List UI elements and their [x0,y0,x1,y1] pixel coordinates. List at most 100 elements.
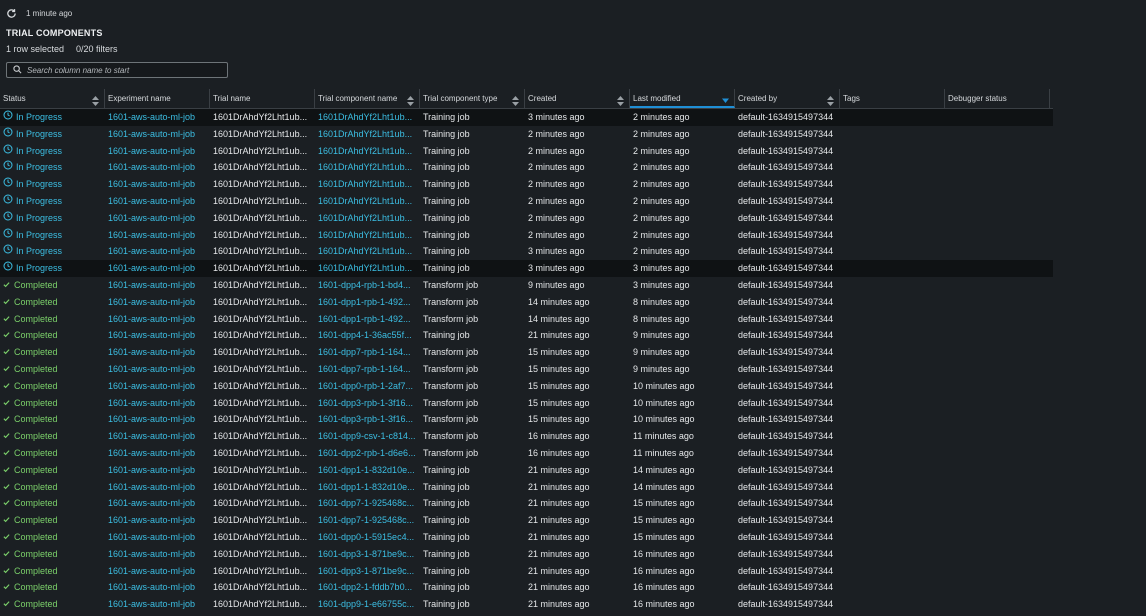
table-row[interactable]: Completed 1601-aws-auto-ml-job 1601DrAhdYf… [0,344,1053,361]
table-row[interactable]: In Progress 1601-aws-auto-ml-job 1601DrAhd… [0,159,1053,176]
table-row[interactable]: In Progress 1601-aws-auto-ml-job 1601DrAhd… [0,176,1053,193]
trial-component-name-cell[interactable]: 1601-dpp2-rpb-1-d6e6... [315,445,420,462]
table-row[interactable]: Completed 1601-aws-auto-ml-job 1601DrAhdYf… [0,479,1053,496]
experiment-name-cell[interactable]: 1601-aws-auto-ml-job [105,243,210,260]
sort-icon[interactable] [827,94,834,106]
experiment-name-cell[interactable]: 1601-aws-auto-ml-job [105,428,210,445]
trial-component-name-cell[interactable]: 1601-dpp1-rpb-1-492... [315,294,420,311]
column-header-last-modified[interactable]: Last modified [630,89,735,108]
experiment-name-cell[interactable]: 1601-aws-auto-ml-job [105,277,210,294]
experiment-name-cell[interactable]: 1601-aws-auto-ml-job [105,227,210,244]
column-header-tags[interactable]: Tags [840,89,945,108]
experiment-name-cell[interactable]: 1601-aws-auto-ml-job [105,327,210,344]
trial-component-name-cell[interactable]: 1601DrAhdYf2Lht1ub... [315,143,420,160]
table-row[interactable]: Completed 1601-aws-auto-ml-job 1601DrAhdYf… [0,445,1053,462]
column-header-experiment-name[interactable]: Experiment name [105,89,210,108]
table-row[interactable]: Completed 1601-aws-auto-ml-job 1601DrAhdYf… [0,512,1053,529]
trial-component-name-cell[interactable]: 1601-dpp7-1-925468c... [315,495,420,512]
experiment-name-cell[interactable]: 1601-aws-auto-ml-job [105,193,210,210]
table-row[interactable]: In Progress 1601-aws-auto-ml-job 1601DrAhd… [0,243,1053,260]
table-row[interactable]: Completed 1601-aws-auto-ml-job 1601DrAhdYf… [0,311,1053,328]
sort-icon[interactable] [407,94,414,106]
experiment-name-cell[interactable]: 1601-aws-auto-ml-job [105,311,210,328]
trial-component-name-cell[interactable]: 1601DrAhdYf2Lht1ub... [315,109,420,126]
sort-icon[interactable] [92,94,99,106]
table-row[interactable]: In Progress 1601-aws-auto-ml-job 1601DrAhd… [0,126,1053,143]
table-row[interactable]: Completed 1601-aws-auto-ml-job 1601DrAhdYf… [0,277,1053,294]
experiment-name-cell[interactable]: 1601-aws-auto-ml-job [105,109,210,126]
table-row[interactable]: Completed 1601-aws-auto-ml-job 1601DrAhdYf… [0,428,1053,445]
search-input[interactable] [22,63,227,77]
experiment-name-cell[interactable]: 1601-aws-auto-ml-job [105,411,210,428]
table-row[interactable]: In Progress 1601-aws-auto-ml-job 1601DrAhd… [0,210,1053,227]
table-row[interactable]: Completed 1601-aws-auto-ml-job 1601DrAhdYf… [0,579,1053,596]
trial-component-name-cell[interactable]: 1601-dpp3-rpb-1-3f16... [315,395,420,412]
experiment-name-cell[interactable]: 1601-aws-auto-ml-job [105,260,210,277]
table-row[interactable]: Completed 1601-aws-auto-ml-job 1601DrAhdYf… [0,563,1053,580]
table-row[interactable]: In Progress 1601-aws-auto-ml-job 1601DrAhd… [0,260,1053,277]
table-row[interactable]: Completed 1601-aws-auto-ml-job 1601DrAhdYf… [0,327,1053,344]
experiment-name-cell[interactable]: 1601-aws-auto-ml-job [105,159,210,176]
experiment-name-cell[interactable]: 1601-aws-auto-ml-job [105,445,210,462]
table-row[interactable]: Completed 1601-aws-auto-ml-job 1601DrAhdYf… [0,546,1053,563]
trial-component-name-cell[interactable]: 1601-dpp1-rpb-1-492... [315,311,420,328]
table-row[interactable]: In Progress 1601-aws-auto-ml-job 1601DrAhd… [0,109,1053,126]
experiment-name-cell[interactable]: 1601-aws-auto-ml-job [105,361,210,378]
experiment-name-cell[interactable]: 1601-aws-auto-ml-job [105,294,210,311]
column-header-status[interactable]: Status [0,89,105,108]
trial-component-name-cell[interactable]: 1601-dpp4-1-36ac55f... [315,327,420,344]
experiment-name-cell[interactable]: 1601-aws-auto-ml-job [105,596,210,613]
table-row[interactable]: Completed 1601-aws-auto-ml-job 1601DrAhdYf… [0,495,1053,512]
experiment-name-cell[interactable]: 1601-aws-auto-ml-job [105,378,210,395]
table-row[interactable]: Completed 1601-aws-auto-ml-job 1601DrAhdYf… [0,294,1053,311]
experiment-name-cell[interactable]: 1601-aws-auto-ml-job [105,344,210,361]
column-header-created[interactable]: Created [525,89,630,108]
experiment-name-cell[interactable]: 1601-aws-auto-ml-job [105,563,210,580]
trial-component-name-cell[interactable]: 1601DrAhdYf2Lht1ub... [315,210,420,227]
table-row[interactable]: In Progress 1601-aws-auto-ml-job 1601DrAhd… [0,143,1053,160]
experiment-name-cell[interactable]: 1601-aws-auto-ml-job [105,479,210,496]
experiment-name-cell[interactable]: 1601-aws-auto-ml-job [105,210,210,227]
experiment-name-cell[interactable]: 1601-aws-auto-ml-job [105,126,210,143]
trial-component-name-cell[interactable]: 1601DrAhdYf2Lht1ub... [315,260,420,277]
table-row[interactable]: In Progress 1601-aws-auto-ml-job 1601DrAhd… [0,193,1053,210]
trial-component-name-cell[interactable]: 1601-dpp7-1-925468c... [315,512,420,529]
trial-component-name-cell[interactable]: 1601-dpp9-csv-1-c814... [315,428,420,445]
trial-component-name-cell[interactable]: 1601-dpp1-1-832d10e... [315,479,420,496]
table-row[interactable]: In Progress 1601-aws-auto-ml-job 1601DrAhd… [0,227,1053,244]
trial-component-name-cell[interactable]: 1601-dpp0-rpb-1-2af7... [315,378,420,395]
column-header-trial-component-name[interactable]: Trial component name [315,89,420,108]
table-row[interactable]: Completed 1601-aws-auto-ml-job 1601DrAhdYf… [0,395,1053,412]
trial-component-name-cell[interactable]: 1601-dpp3-rpb-1-3f16... [315,411,420,428]
trial-component-name-cell[interactable]: 1601DrAhdYf2Lht1ub... [315,227,420,244]
experiment-name-cell[interactable]: 1601-aws-auto-ml-job [105,546,210,563]
trial-component-name-cell[interactable]: 1601DrAhdYf2Lht1ub... [315,193,420,210]
trial-component-name-cell[interactable]: 1601DrAhdYf2Lht1ub... [315,176,420,193]
table-row[interactable]: Completed 1601-aws-auto-ml-job 1601DrAhdYf… [0,361,1053,378]
sort-icon[interactable] [617,94,624,106]
column-header-debugger-status[interactable]: Debugger status [945,89,1050,108]
trial-component-name-cell[interactable]: 1601-dpp1-1-832d10e... [315,462,420,479]
trial-component-name-cell[interactable]: 1601DrAhdYf2Lht1ub... [315,243,420,260]
column-header-trial-name[interactable]: Trial name [210,89,315,108]
experiment-name-cell[interactable]: 1601-aws-auto-ml-job [105,495,210,512]
filters-count-label[interactable]: 0/20 filters [76,44,118,54]
experiment-name-cell[interactable]: 1601-aws-auto-ml-job [105,462,210,479]
trial-component-name-cell[interactable]: 1601-dpp3-1-871be9c... [315,563,420,580]
table-row[interactable]: Completed 1601-aws-auto-ml-job 1601DrAhdYf… [0,596,1053,613]
trial-component-name-cell[interactable]: 1601-dpp0-1-5915ec4... [315,529,420,546]
sort-icon[interactable] [512,94,519,106]
column-header-created-by[interactable]: Created by [735,89,840,108]
sort-descending-icon[interactable] [722,94,729,104]
experiment-name-cell[interactable]: 1601-aws-auto-ml-job [105,512,210,529]
experiment-name-cell[interactable]: 1601-aws-auto-ml-job [105,579,210,596]
experiment-name-cell[interactable]: 1601-aws-auto-ml-job [105,529,210,546]
column-header-trial-component-type[interactable]: Trial component type [420,89,525,108]
trial-component-name-cell[interactable]: 1601DrAhdYf2Lht1ub... [315,126,420,143]
trial-component-name-cell[interactable]: 1601-dpp7-rpb-1-164... [315,361,420,378]
table-row[interactable]: Completed 1601-aws-auto-ml-job 1601DrAhdYf… [0,378,1053,395]
table-row[interactable]: Completed 1601-aws-auto-ml-job 1601DrAhdYf… [0,411,1053,428]
trial-component-name-cell[interactable]: 1601DrAhdYf2Lht1ub... [315,159,420,176]
table-row[interactable]: Completed 1601-aws-auto-ml-job 1601DrAhdYf… [0,462,1053,479]
experiment-name-cell[interactable]: 1601-aws-auto-ml-job [105,395,210,412]
